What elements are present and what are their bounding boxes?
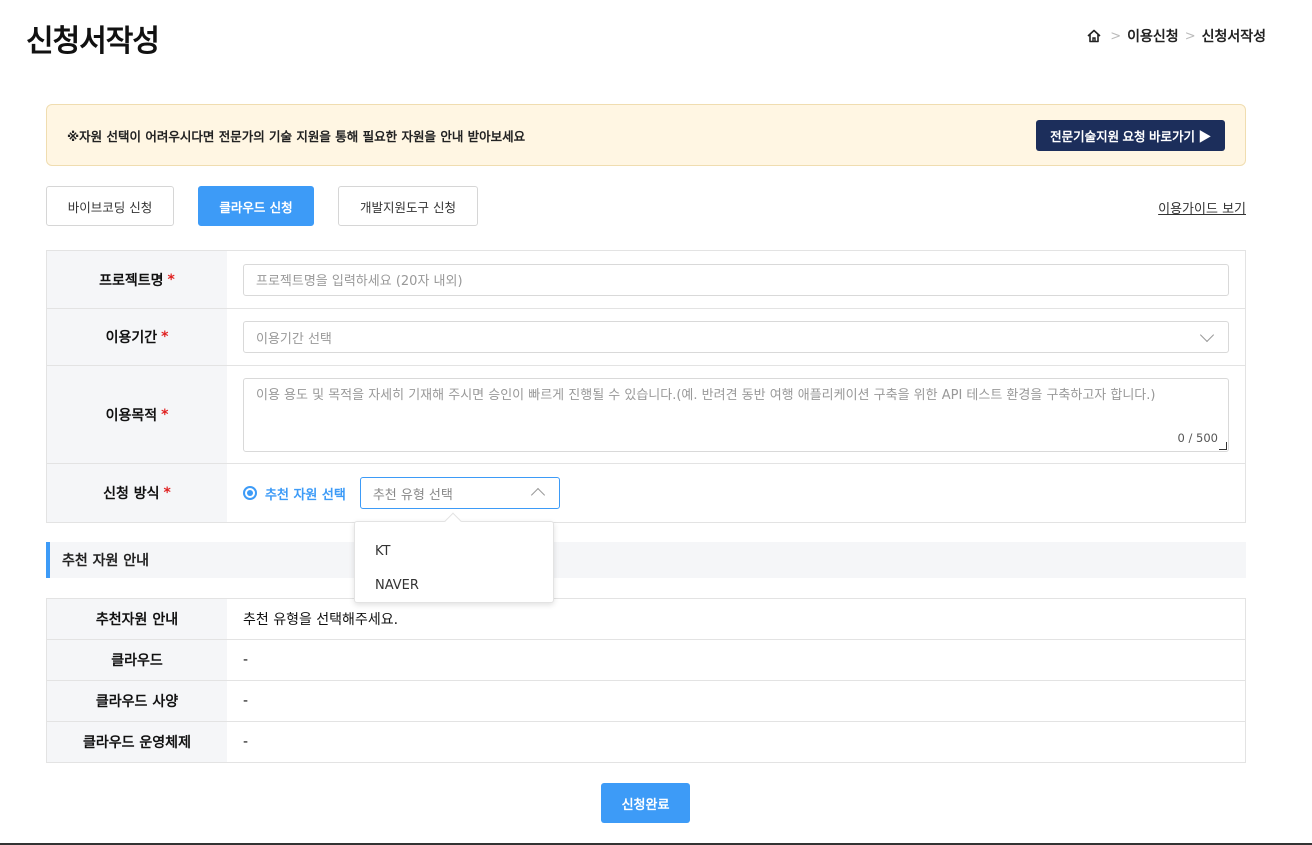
info-value: 추천 유형을 선택해주세요. <box>243 612 399 628</box>
required-mark: * <box>161 329 169 345</box>
info-label: 클라우드 운영체제 <box>47 722 227 762</box>
chevron-right-icon: > <box>1184 28 1196 44</box>
resize-handle[interactable] <box>1219 441 1227 450</box>
notice-message: ※자원 선택이 어려우시다면 전문가의 기술 지원을 통해 필요한 자원을 안내… <box>67 128 526 144</box>
required-mark: * <box>163 485 171 501</box>
expert-support-button[interactable]: 전문기술지원 요청 바로가기 ▶ <box>1036 119 1225 151</box>
tab-dev-tools[interactable]: 개발지원도구 신청 <box>338 186 478 226</box>
form-row-period: 이용기간 * 이용기간 선택 <box>47 309 1245 366</box>
info-label: 추천자원 안내 <box>47 599 227 639</box>
chevron-right-icon: > <box>1110 28 1122 44</box>
tab-vibe-coding[interactable]: 바이브코딩 신청 <box>46 186 174 226</box>
submit-button[interactable]: 신청완료 <box>601 783 690 823</box>
breadcrumb-item-current: 신청서작성 <box>1201 29 1266 45</box>
breadcrumb: > 이용신청 > 신청서작성 <box>1086 26 1266 46</box>
chevron-up-icon <box>530 487 545 503</box>
info-value: - <box>243 734 249 750</box>
recommend-type-value: 추천 유형 선택 <box>372 487 453 503</box>
dropdown-option-kt[interactable]: KT <box>355 534 553 568</box>
required-mark: * <box>167 271 175 288</box>
application-tabs: 바이브코딩 신청 클라우드 신청 개발지원도구 신청 <box>46 186 478 226</box>
info-value: - <box>243 693 249 709</box>
form-row-project-name: 프로젝트명 * 프로젝트명을 입력하세요 (20자 내외) <box>47 251 1245 309</box>
table-row: 추천자원 안내 추천 유형을 선택해주세요. <box>47 599 1245 640</box>
breadcrumb-item[interactable]: 이용신청 <box>1127 26 1179 46</box>
purpose-textarea[interactable]: 이용 용도 및 목적을 자세히 기재해 주시면 승인이 빠르게 진행될 수 있습… <box>243 377 1229 452</box>
period-select-value: 이용기간 선택 <box>256 331 332 347</box>
form-label: 신청 방식 * <box>47 464 227 522</box>
info-value: - <box>243 652 249 668</box>
form-row-purpose: 이용목적 * 이용 용도 및 목적을 자세히 기재해 주시면 승인이 빠르게 진행… <box>47 366 1245 464</box>
period-select[interactable]: 이용기간 선택 <box>243 321 1229 353</box>
page-title: 신청서작성 <box>26 24 160 59</box>
info-label: 클라우드 사양 <box>47 681 227 721</box>
application-form: 프로젝트명 * 프로젝트명을 입력하세요 (20자 내외) 이용기간 * 이용기간 … <box>46 250 1246 523</box>
section-title: 추천 자원 안내 <box>46 542 1246 578</box>
form-label: 이용목적 * <box>47 366 227 463</box>
recommend-type-select[interactable]: 추천 유형 선택 <box>359 477 560 509</box>
recommend-type-dropdown: KT NAVER <box>354 512 554 603</box>
char-counter: 0 / 500 <box>1177 430 1218 445</box>
home-icon[interactable] <box>1086 27 1104 45</box>
table-row: 클라우드 사양 - <box>47 681 1245 722</box>
form-label: 이용기간 * <box>47 309 227 365</box>
label-text: 신청 방식 <box>103 486 160 502</box>
tab-cloud[interactable]: 클라우드 신청 <box>198 186 314 226</box>
info-label: 클라우드 <box>47 640 227 680</box>
table-row: 클라우드 운영체제 - <box>47 722 1245 763</box>
notice-banner: ※자원 선택이 어려우시다면 전문가의 기술 지원을 통해 필요한 자원을 안내… <box>46 104 1246 166</box>
form-label: 프로젝트명 * <box>47 251 227 308</box>
chevron-down-icon <box>1199 327 1215 343</box>
radio-label[interactable]: 추천 자원 선택 <box>265 484 346 503</box>
purpose-placeholder: 이용 용도 및 목적을 자세히 기재해 주시면 승인이 빠르게 진행될 수 있습… <box>256 387 1156 403</box>
form-row-method: 신청 방식 * 추천 자원 선택 추천 유형 선택 <box>47 464 1245 523</box>
method-radio-group: 추천 자원 선택 추천 유형 선택 <box>243 477 560 509</box>
required-mark: * <box>161 406 169 423</box>
label-text: 프로젝트명 <box>99 272 164 289</box>
recommendation-info-table: 추천자원 안내 추천 유형을 선택해주세요. 클라우드 - 클라우드 사양 - … <box>46 598 1246 763</box>
table-row: 클라우드 - <box>47 640 1245 681</box>
project-name-input[interactable]: 프로젝트명을 입력하세요 (20자 내외) <box>243 263 1229 296</box>
usage-guide-link[interactable]: 이용가이드 보기 <box>1158 198 1246 217</box>
dropdown-option-naver[interactable]: NAVER <box>355 568 553 602</box>
label-text: 이용기간 <box>105 330 158 346</box>
label-text: 이용목적 <box>105 407 158 424</box>
recommended-resource-radio[interactable] <box>243 486 257 500</box>
